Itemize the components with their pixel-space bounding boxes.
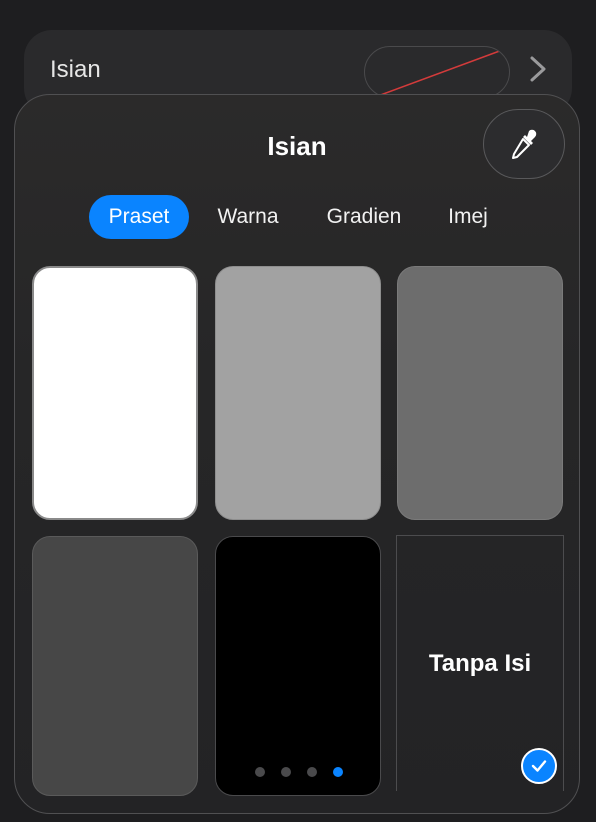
tab-imej[interactable]: Imej bbox=[435, 195, 501, 239]
preset-white[interactable] bbox=[32, 266, 198, 520]
preset-dark-gray[interactable] bbox=[32, 536, 198, 796]
tab-praset[interactable]: Praset bbox=[89, 195, 189, 239]
fill-popover: Isian Praset Warna Gradien Imej Tanpa Is… bbox=[14, 94, 580, 814]
preset-medium-gray[interactable] bbox=[397, 266, 563, 520]
no-fill-swatch-icon[interactable] bbox=[364, 46, 510, 98]
preset-black[interactable] bbox=[215, 536, 381, 796]
page-dot-active[interactable] bbox=[333, 767, 343, 777]
fill-row-label: Isian bbox=[50, 56, 101, 83]
tab-warna[interactable]: Warna bbox=[203, 195, 293, 239]
no-fill-label: Tanpa Isi bbox=[428, 650, 532, 677]
tab-gradien[interactable]: Gradien bbox=[311, 195, 417, 239]
preset-light-gray[interactable] bbox=[215, 266, 381, 520]
chevron-right-icon[interactable] bbox=[524, 52, 552, 86]
preset-no-fill[interactable]: Tanpa Isi bbox=[396, 535, 564, 791]
page-dot[interactable] bbox=[255, 767, 265, 777]
eyedropper-icon bbox=[512, 129, 537, 159]
page-dot[interactable] bbox=[307, 767, 317, 777]
eyedropper-button[interactable] bbox=[483, 109, 565, 179]
checkmark-icon bbox=[521, 748, 557, 784]
page-dot[interactable] bbox=[281, 767, 291, 777]
